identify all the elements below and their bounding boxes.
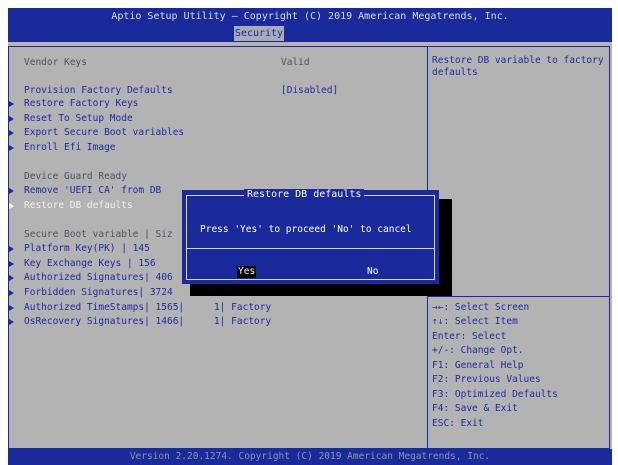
no-button[interactable]: No (367, 266, 378, 278)
tab-security[interactable]: Security (234, 26, 284, 41)
provision-factory-defaults-value[interactable]: [Disabled] (281, 85, 338, 97)
submenu-arrow-icon (9, 290, 14, 296)
submenu-arrow-icon (9, 116, 14, 122)
platform-key-item[interactable]: Platform Key(PK) | 145 (24, 243, 150, 255)
export-secure-boot-variables-item[interactable]: Export Secure Boot variables (24, 127, 184, 139)
device-guard-ready-label: Device Guard Ready (24, 171, 127, 182)
forbidden-signatures-item[interactable]: Forbidden Signatures| 3724 (24, 287, 173, 299)
help-key-select-screen: →←: Select Screen (432, 302, 530, 313)
dialog-separator (186, 248, 435, 249)
help-key-general-help: F1: General Help (432, 360, 524, 371)
submenu-arrow-icon (9, 246, 14, 252)
footer-version: Version 2.20.1274. Copyright (C) 2019 Am… (129, 451, 491, 462)
osrecovery-signatures-count: 1| Factory (214, 316, 272, 327)
submenu-arrow-icon (9, 101, 14, 107)
osrecovery-signatures-item[interactable]: OsRecovery Signatures| 1466| (24, 316, 184, 328)
vendor-keys-label: Vendor Keys (24, 57, 87, 68)
submenu-arrow-icon (9, 261, 14, 267)
bios-screen: Aptio Setup Utility – Copyright (C) 2019… (8, 8, 612, 465)
restore-db-defaults-dialog: Restore DB defaults Press 'Yes' to proce… (182, 189, 439, 284)
key-exchange-keys-item[interactable]: Key Exchange Keys | 156 (24, 258, 156, 270)
vendor-keys-value: Valid (281, 57, 310, 68)
footer-bar: Version 2.20.1274. Copyright (C) 2019 Am… (8, 449, 612, 465)
submenu-arrow-icon (9, 145, 14, 151)
help-description: Restore DB variable to factory defaults (432, 55, 604, 78)
submenu-arrow-icon (9, 319, 14, 325)
help-key-previous-values: F2: Previous Values (432, 374, 541, 385)
dialog-border-right (434, 195, 435, 280)
remove-uefi-ca-item[interactable]: Remove 'UEFI CA' from DB (24, 185, 161, 197)
submenu-arrow-icon (9, 203, 14, 209)
authorized-timestamps-item[interactable]: Authorized TimeStamps| 1565| (24, 302, 184, 314)
reset-to-setup-mode-item[interactable]: Reset To Setup Mode (24, 113, 133, 125)
help-key-save-exit: F4: Save & Exit (432, 403, 518, 414)
submenu-arrow-icon (9, 275, 14, 281)
yes-button[interactable]: Yes (237, 266, 257, 278)
dialog-title: Restore DB defaults (244, 189, 365, 200)
help-key-optimized-defaults: F3: Optimized Defaults (432, 389, 558, 400)
keys-divider (427, 296, 610, 297)
submenu-arrow-icon (9, 305, 14, 311)
help-key-change-opt: +/-: Change Opt. (432, 345, 524, 356)
secure-boot-variable-header: Secure Boot variable | Siz (24, 229, 173, 240)
submenu-arrow-icon (9, 188, 14, 194)
dialog-message: Press 'Yes' to proceed 'No' to cancel (200, 224, 412, 235)
authorized-timestamps-count: 1| Factory (214, 302, 272, 313)
help-key-esc-exit: ESC: Exit (432, 418, 484, 429)
title-bar: Aptio Setup Utility – Copyright (C) 2019… (8, 8, 612, 42)
enroll-efi-image-item[interactable]: Enroll Efi Image (24, 142, 116, 154)
help-key-select-item: ↑↓: Select Item (432, 316, 518, 327)
dialog-border-left (186, 195, 187, 280)
authorized-signatures-item[interactable]: Authorized Signatures| 406 (24, 272, 173, 284)
app-title: Aptio Setup Utility – Copyright (C) 2019… (111, 11, 509, 22)
restore-db-defaults-item[interactable]: Restore DB defaults (24, 200, 133, 212)
restore-factory-keys-item[interactable]: Restore Factory Keys (24, 98, 138, 110)
help-key-enter: Enter: Select (432, 331, 507, 342)
submenu-arrow-icon (9, 130, 14, 136)
dialog-border-bottom (186, 279, 435, 280)
provision-factory-defaults-label[interactable]: Provision Factory Defaults (24, 85, 173, 97)
